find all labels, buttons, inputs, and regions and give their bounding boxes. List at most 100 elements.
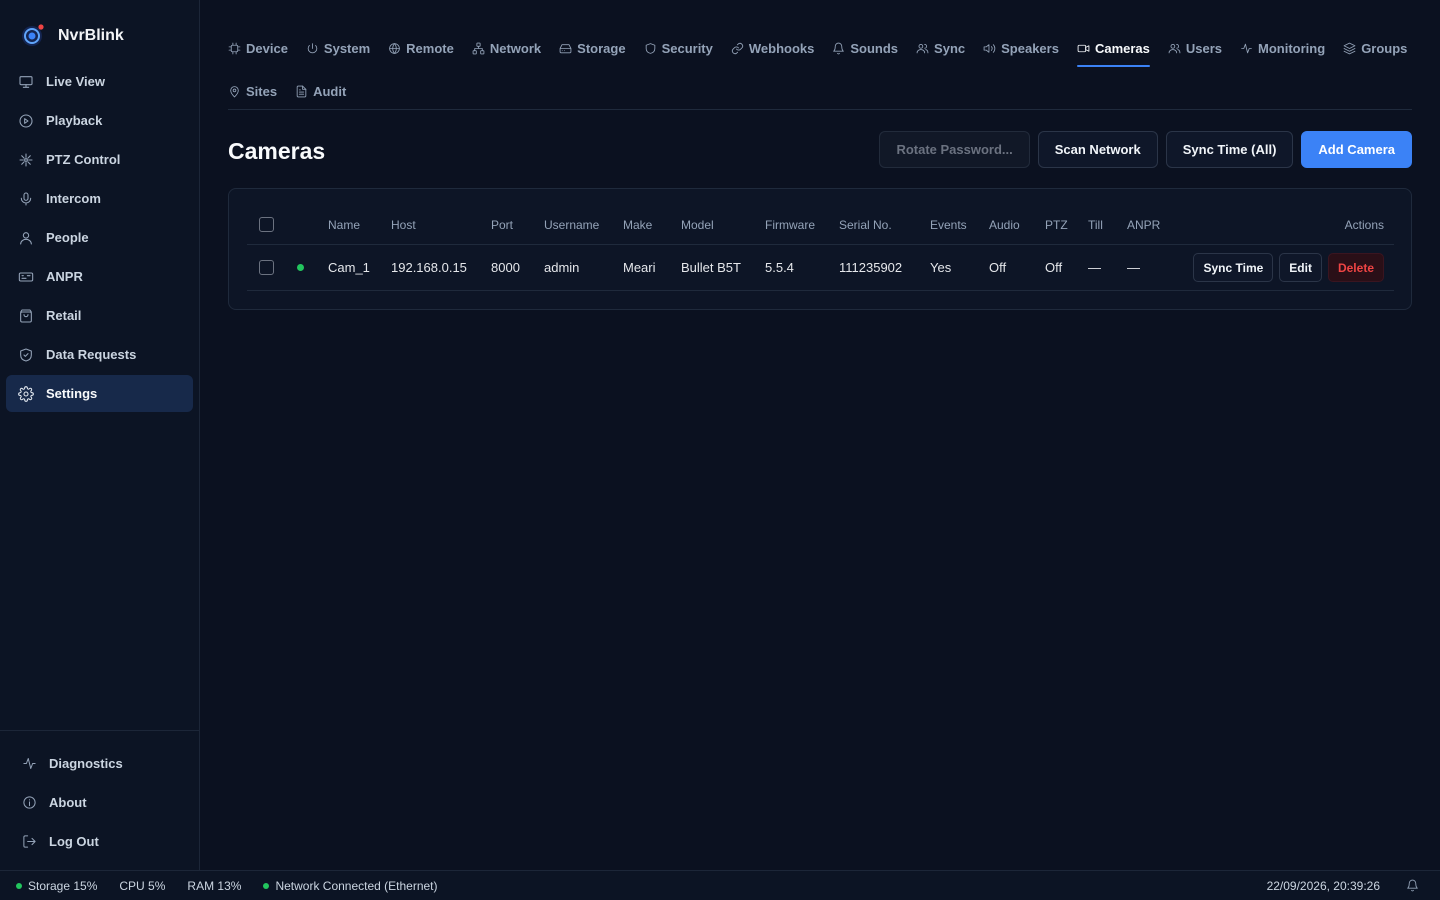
select-all-checkbox[interactable] (259, 217, 274, 232)
sidebar-item-data-requests[interactable]: Data Requests (6, 336, 193, 373)
logo-icon (20, 24, 44, 48)
info-icon (22, 795, 37, 810)
sidebar-item-about[interactable]: About (0, 783, 199, 822)
license-plate-icon (18, 269, 34, 285)
tab-webhooks[interactable]: Webhooks (731, 38, 815, 58)
column-header-port[interactable]: Port (491, 205, 513, 244)
tab-security[interactable]: Security (644, 38, 713, 58)
tab-audit[interactable]: Audit (295, 81, 346, 101)
edit-button[interactable]: Edit (1279, 253, 1322, 282)
tab-storage[interactable]: Storage (559, 38, 626, 58)
tab-label: Speakers (1001, 40, 1059, 56)
datetime: 22/09/2026, 20:39:26 (1266, 879, 1380, 893)
tab-sites[interactable]: Sites (228, 81, 277, 101)
sidebar-item-label: Log Out (49, 834, 99, 849)
chip-icon (228, 42, 241, 55)
globe-icon (388, 42, 401, 55)
sidebar-item-anpr[interactable]: ANPR (6, 258, 193, 295)
column-header-firmware[interactable]: Firmware (765, 205, 815, 244)
column-header-name[interactable]: Name (328, 205, 360, 244)
tab-device[interactable]: Device (228, 38, 288, 58)
tab-cameras[interactable]: Cameras (1076, 38, 1150, 67)
layers-icon (1343, 42, 1356, 55)
sidebar-item-settings[interactable]: Settings (6, 375, 193, 412)
brand[interactable]: NvrBlink (20, 24, 124, 48)
sidebar-item-log-out[interactable]: Log Out (0, 822, 199, 861)
select-all-cell (259, 205, 274, 244)
sidebar-item-label: Diagnostics (49, 756, 123, 771)
video-icon (1077, 42, 1090, 55)
cameras-table: Name Host Port Username Make Model Firmw… (228, 188, 1412, 310)
sidebar-item-ptz-control[interactable]: PTZ Control (6, 141, 193, 178)
settings-tabs: Device System Remote Network Storage Sec… (228, 28, 1412, 110)
rotate-password-button[interactable]: Rotate Password... (879, 131, 1030, 168)
person-icon (18, 230, 34, 246)
sync-time-button[interactable]: Sync Time (1193, 253, 1274, 282)
cell-host: 192.168.0.15 (391, 260, 467, 275)
map-pin-icon (228, 85, 241, 98)
app-name: NvrBlink (58, 27, 124, 44)
tab-users[interactable]: Users (1168, 38, 1222, 58)
play-circle-icon (18, 113, 34, 129)
tab-label: Sites (246, 83, 278, 99)
sidebar: NvrBlink Live View Playback PTZ Control … (0, 0, 200, 870)
sidebar-item-live-view[interactable]: Live View (6, 63, 193, 100)
delete-button[interactable]: Delete (1327, 253, 1384, 282)
tab-speakers[interactable]: Speakers (983, 38, 1059, 58)
shield-check-icon (18, 347, 34, 363)
tab-label: Device (246, 40, 288, 56)
row-checkbox[interactable] (259, 260, 274, 275)
tab-remote[interactable]: Remote (388, 38, 454, 58)
tab-label: Storage (577, 40, 626, 56)
page-title: Cameras (228, 138, 326, 164)
monitor-icon (18, 74, 34, 90)
tab-groups[interactable]: Groups (1343, 38, 1407, 58)
sidebar-item-intercom[interactable]: Intercom (6, 180, 193, 217)
sidebar-nav: Live View Playback PTZ Control Intercom … (6, 63, 193, 414)
sidebar-item-label: ANPR (46, 269, 83, 284)
sidebar-item-diagnostics[interactable]: Diagnostics (0, 744, 199, 783)
sidebar-item-label: People (46, 230, 89, 245)
users-icon (1168, 42, 1181, 55)
column-header-make[interactable]: Make (623, 205, 652, 244)
tab-network[interactable]: Network (472, 38, 541, 58)
column-header-host[interactable]: Host (391, 205, 416, 244)
scan-network-button[interactable]: Scan Network (1037, 131, 1158, 168)
column-header-model[interactable]: Model (681, 205, 714, 244)
page-actions: Rotate Password... Scan Network Sync Tim… (879, 131, 1412, 168)
tab-sync[interactable]: Sync (916, 38, 965, 58)
cell-ptz: Off (1045, 260, 1063, 275)
column-header-ptz[interactable]: PTZ (1045, 205, 1068, 244)
column-header-events[interactable]: Events (930, 205, 967, 244)
add-camera-button[interactable]: Add Camera (1301, 131, 1412, 168)
sidebar-item-playback[interactable]: Playback (6, 102, 193, 139)
file-text-icon (295, 85, 308, 98)
tab-system[interactable]: System (306, 38, 370, 58)
sidebar-item-people[interactable]: People (6, 219, 193, 256)
microphone-icon (18, 191, 34, 207)
bell-icon[interactable] (1406, 879, 1419, 892)
cell-model: Bullet B5T (681, 260, 741, 275)
shield-icon (644, 42, 657, 55)
sync-time-all-button[interactable]: Sync Time (All) (1165, 131, 1294, 168)
tab-label: Webhooks (748, 40, 815, 56)
cell-till: — (1088, 260, 1101, 275)
column-header-serial[interactable]: Serial No. (839, 205, 892, 244)
column-header-till[interactable]: Till (1088, 205, 1103, 244)
column-header-anpr[interactable]: ANPR (1127, 205, 1160, 244)
tab-monitoring[interactable]: Monitoring (1240, 38, 1325, 58)
sidebar-item-retail[interactable]: Retail (6, 297, 193, 334)
hard-drive-icon (559, 42, 572, 55)
tab-label: Audit (313, 83, 347, 99)
tab-label: System (323, 40, 371, 56)
status-bar: Storage 15% CPU 5% RAM 13% Network Conne… (0, 870, 1440, 900)
network-icon (472, 42, 485, 55)
column-header-audio[interactable]: Audio (989, 205, 1020, 244)
shopping-bag-icon (18, 308, 34, 324)
table-row[interactable]: Cam_1 192.168.0.15 8000 admin Meari Bull… (247, 245, 1394, 291)
tab-sounds[interactable]: Sounds (832, 38, 898, 58)
status-online-dot (297, 264, 304, 271)
column-header-username[interactable]: Username (544, 205, 599, 244)
row-select-cell (259, 245, 274, 290)
tab-label: Users (1185, 40, 1223, 56)
